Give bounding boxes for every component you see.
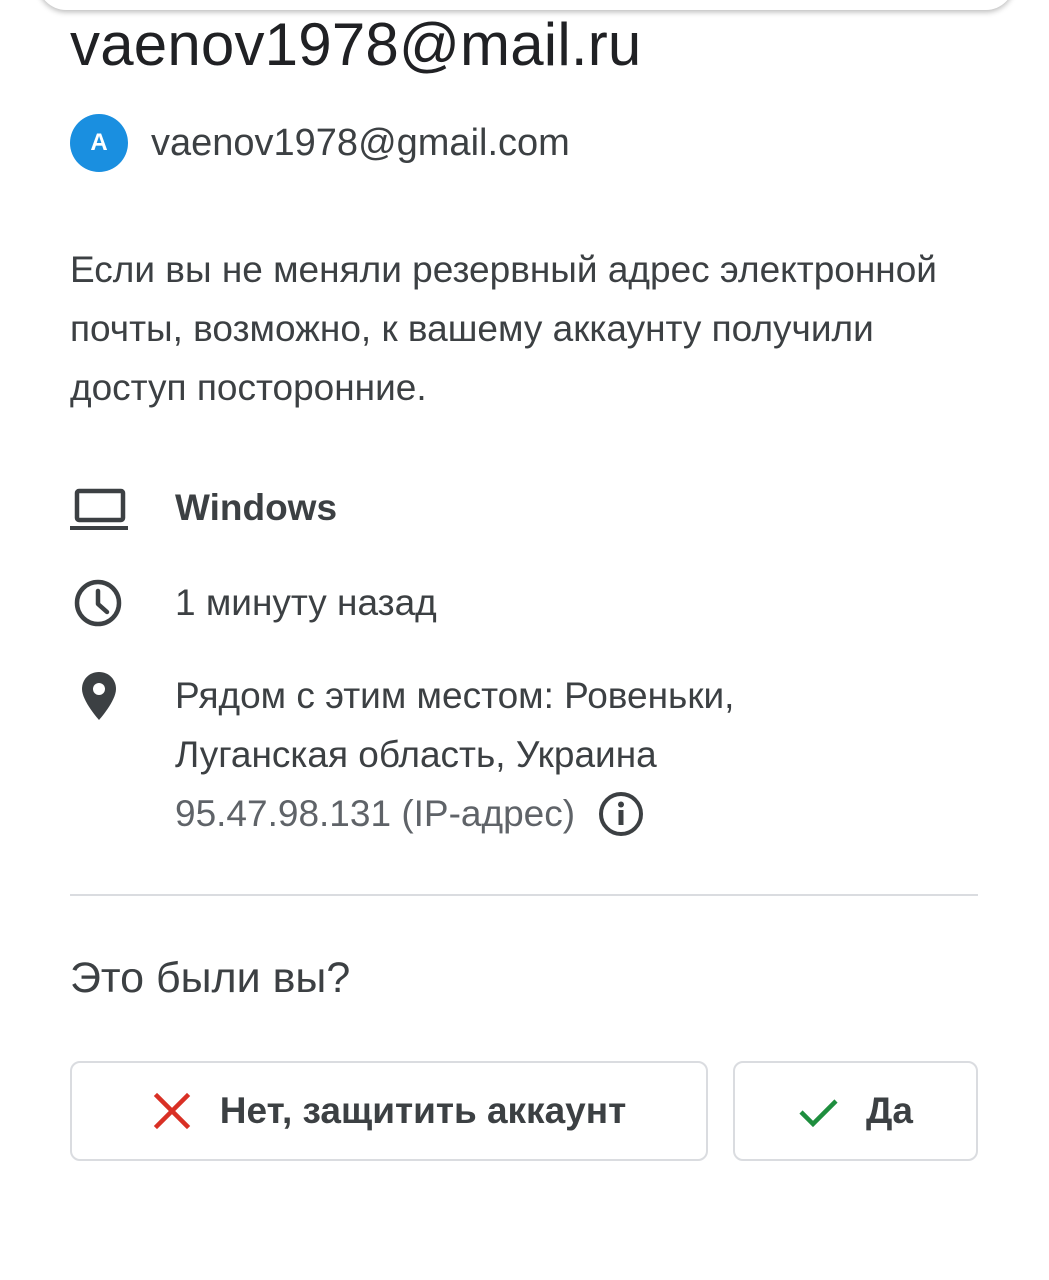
location-line-1: Рядом с этим местом: Ровеньки, — [175, 675, 735, 716]
location-info: Рядом с этим местом: Ровеньки, Луганская… — [175, 666, 734, 843]
divider — [70, 894, 978, 896]
close-icon — [152, 1091, 192, 1131]
ip-address: 95.47.98.131 (IP-адрес) — [175, 793, 576, 834]
device-name: Windows — [175, 487, 338, 528]
time-ago: 1 минуту назад — [175, 582, 437, 623]
location-line-2: Луганская область, Украина — [175, 734, 657, 775]
ip-line: 95.47.98.131 (IP-адрес) — [175, 784, 734, 843]
info-icon[interactable] — [597, 790, 645, 838]
yes-button[interactable]: Да — [733, 1061, 978, 1161]
secure-account-label: Нет, защитить аккаунт — [219, 1090, 627, 1131]
time-row: 1 минуту назад — [70, 573, 437, 633]
warning-message: Если вы не меняли резервный адрес электр… — [70, 249, 937, 408]
account-chip: A vaenov1978@gmail.com — [70, 114, 570, 172]
location-pin-icon — [70, 666, 130, 726]
device-row: Windows — [70, 478, 337, 538]
yes-label: Да — [866, 1090, 913, 1131]
top-card-edge — [38, 0, 1014, 10]
account-email: vaenov1978@gmail.com — [151, 121, 570, 164]
avatar: A — [70, 114, 128, 172]
page-title: vaenov1978@mail.ru — [70, 11, 642, 78]
laptop-icon — [70, 478, 130, 538]
location-row: Рядом с этим местом: Ровеньки, Луганская… — [70, 666, 734, 836]
confirmation-question: Это были вы? — [70, 954, 351, 1002]
check-icon — [798, 1091, 838, 1131]
secure-account-button[interactable]: Нет, защитить аккаунт — [70, 1061, 708, 1161]
clock-icon — [70, 573, 130, 633]
